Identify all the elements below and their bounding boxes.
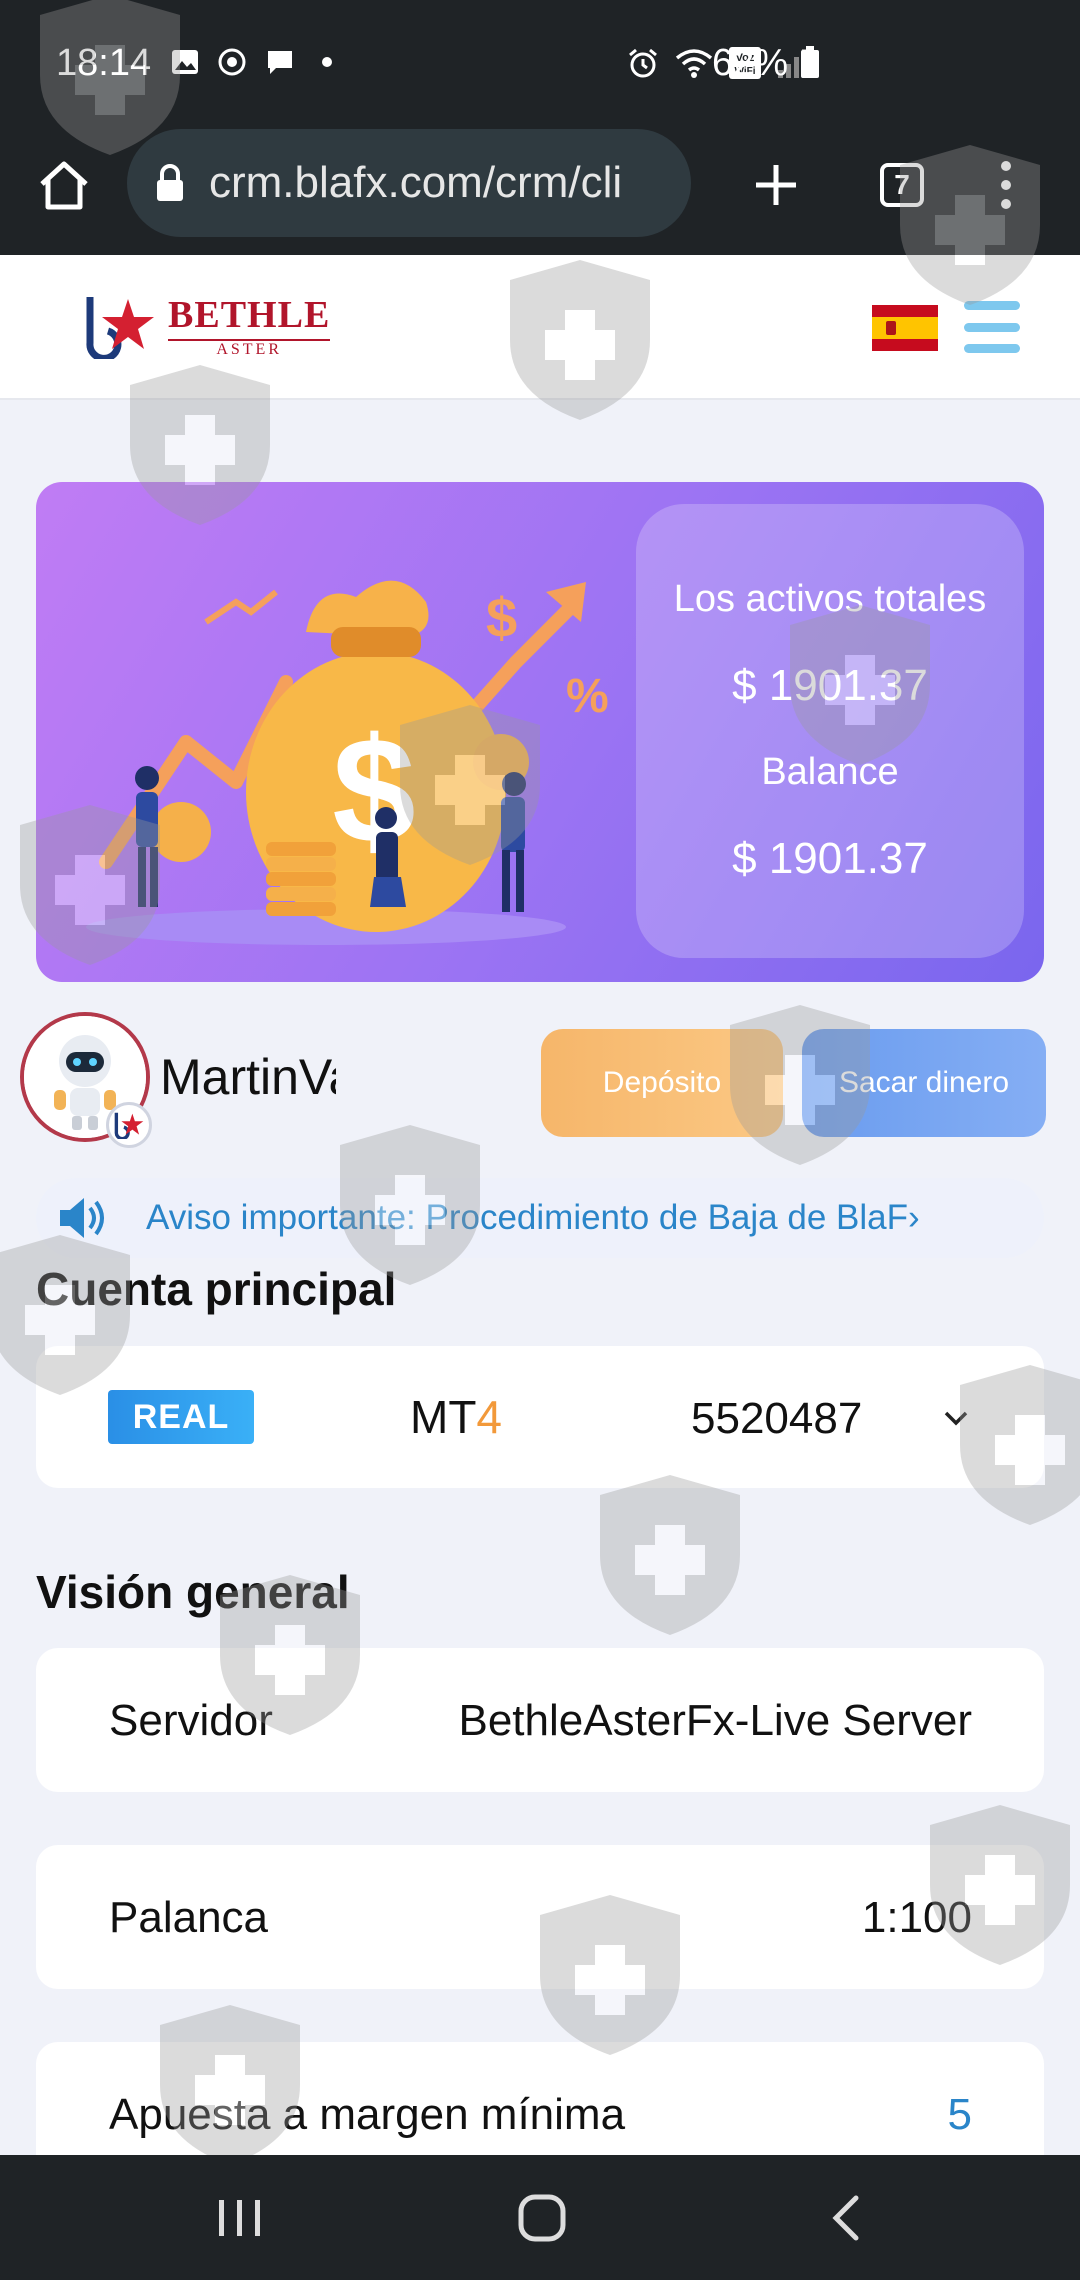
alarm-icon [629,48,657,78]
account-type-badge: REAL [108,1390,254,1444]
tabs-button[interactable]: 7 [866,149,938,221]
announcement-bar[interactable]: Aviso importante: Procedimiento de Baja … [36,1178,1044,1258]
dot-icon [322,57,332,67]
logo-mark-icon [86,297,154,359]
logo-main-text: BETHLE [168,294,331,336]
watermark-shield-icon [600,1475,740,1635]
browser-toolbar: crm.blafx.com/crm/cli 7 [0,125,1080,255]
url-text: crm.blafx.com/crm/cli [209,158,623,207]
home-icon [40,161,88,210]
status-bar: 18:14 Voz WiFi 62% [0,0,1080,125]
spain-flag-icon[interactable] [872,305,938,351]
system-nav-bar [0,2155,1080,2280]
account-selector[interactable]: REAL MT4 5520487 [36,1346,1044,1488]
overview-title: Visión general [36,1566,350,1618]
tab-count: 7 [880,163,924,207]
deposit-button[interactable]: Depósito [541,1029,783,1137]
lock-icon [157,164,183,201]
svg-text:%: % [566,670,609,723]
svg-text:$: $ [332,706,415,874]
avatar-badge-logo-icon [106,1102,152,1148]
back-button[interactable] [806,2183,886,2253]
assets-banner: $ $ % Los activos totales $ 1901.37 Bala… [36,482,1044,982]
username: MartinVa [160,1049,336,1105]
battery-icon [800,46,819,78]
speaker-icon [56,1188,116,1248]
status-time: 18:14 [56,42,152,84]
balance-value: $ 1901.37 [732,834,928,883]
wifi-icon [675,49,713,78]
leverage-value: 1:100 [861,1893,972,1942]
total-assets-value: $ 1901.37 [732,661,928,710]
platform-label: MT4 [410,1390,502,1444]
address-bar[interactable]: crm.blafx.com/crm/cli [127,129,691,237]
sync-icon [218,48,246,76]
status-icons-left [170,46,342,78]
min-margin-value: 5 [947,2090,972,2139]
more-vert-icon [1001,161,1011,209]
overview-row-server: Servidor BethleAsterFx-Live Server [36,1648,1044,1792]
back-icon [832,2195,859,2241]
min-margin-label: Apuesta a margen mínima [109,2090,626,2139]
total-assets-label: Los activos totales [673,578,987,620]
home-nav-button[interactable] [502,2183,582,2253]
image-icon [172,50,198,74]
money-bag-illustration-icon: $ $ % [86,580,609,945]
account-number: 5520487 [691,1394,863,1443]
overview-row-leverage: Palanca 1:100 [36,1845,1044,1989]
platform-suffix: 4 [476,1391,503,1443]
home-button[interactable] [28,149,100,221]
server-label: Servidor [109,1696,273,1745]
message-icon [268,51,292,74]
battery-percent: 62% [712,42,789,84]
announcement-text[interactable]: Aviso importante: Procedimiento de Baja … [146,1198,1006,1238]
hamburger-menu-icon[interactable] [964,301,1020,353]
leverage-label: Palanca [109,1893,269,1942]
recents-button[interactable] [200,2183,280,2253]
logo-sub-text: ASTER [168,339,331,359]
logo-wordmark: BETHLE ASTER [168,293,331,359]
chevron-down-icon[interactable] [936,1398,976,1438]
recents-icon [219,2200,260,2236]
withdraw-button[interactable]: Sacar dinero [802,1029,1046,1137]
overview-row-min-margin: Apuesta a margen mínima 5 [36,2042,1044,2155]
home-square-icon [518,2194,566,2242]
new-tab-button[interactable] [740,149,812,221]
svg-text:$: $ [486,586,517,649]
main-account-title: Cuenta principal [36,1263,397,1315]
status-battery: 62% [712,42,821,85]
brand-logo[interactable]: BETHLE ASTER [82,293,331,359]
balance-label: Balance [761,751,899,793]
platform-prefix: MT [410,1391,477,1443]
assets-summary-card: Los activos totales $ 1901.37 Balance $ … [636,504,1024,958]
menu-button[interactable] [970,149,1042,221]
server-value: BethleAsterFx-Live Server [458,1696,972,1745]
site-header: BETHLE ASTER [0,255,1080,400]
plus-icon [756,165,796,205]
